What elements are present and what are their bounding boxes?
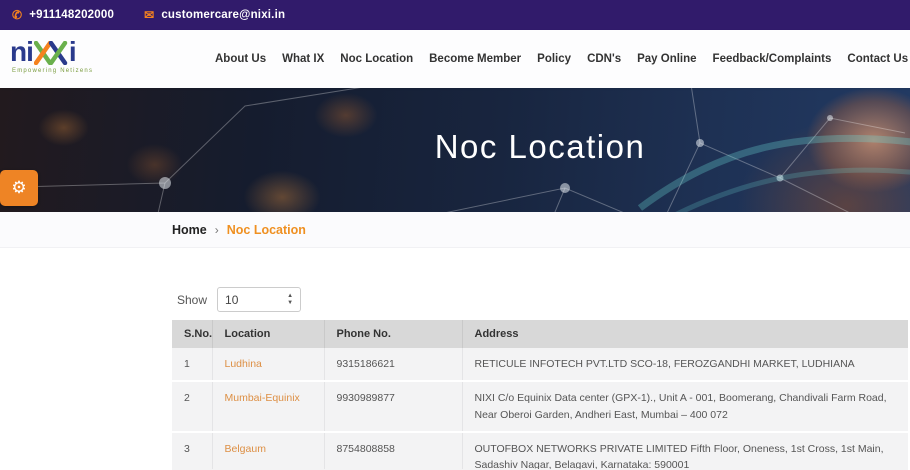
page-size-value: 10 bbox=[225, 293, 238, 307]
email-address: customercare@nixi.in bbox=[161, 9, 285, 21]
nav-item-become-member[interactable]: Become Member bbox=[429, 53, 521, 65]
noc-location-page: { "topbar": { "phone": "+911148202000", … bbox=[0, 0, 910, 470]
logo-text-i: i bbox=[69, 38, 76, 66]
show-label: Show bbox=[177, 293, 207, 307]
nav-item-policy[interactable]: Policy bbox=[537, 53, 571, 65]
cell-phone: 9315186621 bbox=[324, 348, 462, 381]
email-icon: ✉ bbox=[144, 9, 154, 21]
table-header-row: S.No. Location Phone No. Address bbox=[172, 320, 908, 348]
logo-xx-icon bbox=[34, 41, 68, 65]
breadcrumb-separator: › bbox=[215, 223, 219, 237]
cell-phone: 9930989877 bbox=[324, 381, 462, 432]
nav-item-feedback-complaints[interactable]: Feedback/Complaints bbox=[713, 53, 832, 65]
table-row: 2 Mumbai-Equinix 9930989877 NIXI C/o Equ… bbox=[172, 381, 908, 432]
cell-address: RETICULE INFOTECH PVT.LTD SCO-18, FEROZG… bbox=[462, 348, 908, 381]
phone-link[interactable]: ✆ +911148202000 bbox=[12, 9, 114, 21]
logo-tagline: Empowering Netizens bbox=[10, 68, 93, 74]
nav-item-what-ix[interactable]: What IX bbox=[282, 53, 324, 65]
location-link[interactable]: Ludhina bbox=[225, 358, 262, 370]
nav-item-noc-location[interactable]: Noc Location bbox=[340, 53, 413, 65]
nav-item-contact-us[interactable]: Contact Us bbox=[847, 53, 908, 65]
location-link[interactable]: Mumbai-Equinix bbox=[225, 392, 300, 404]
location-link[interactable]: Belgaum bbox=[225, 443, 266, 455]
table-row: 3 Belgaum 8754808858 OUTOFBOX NETWORKS P… bbox=[172, 432, 908, 470]
cell-location: Belgaum bbox=[212, 432, 324, 470]
gear-icon: ⚙ bbox=[11, 178, 26, 198]
nav-menu: About Us What IX Noc Location Become Mem… bbox=[215, 30, 908, 88]
cell-location: Mumbai-Equinix bbox=[212, 381, 324, 432]
breadcrumb-bar: Home › Noc Location bbox=[0, 212, 910, 248]
accessibility-gear-button[interactable]: ⚙ bbox=[0, 170, 38, 206]
noc-locations-table: S.No. Location Phone No. Address 1 Ludhi… bbox=[172, 320, 908, 470]
breadcrumb-current: Noc Location bbox=[227, 223, 306, 237]
email-link[interactable]: ✉ customercare@nixi.in bbox=[144, 9, 285, 21]
header-phone: Phone No. bbox=[324, 320, 462, 348]
table-row: 1 Ludhina 9315186621 RETICULE INFOTECH P… bbox=[172, 348, 908, 381]
cell-phone: 8754808858 bbox=[324, 432, 462, 470]
top-contact-bar: ✆ +911148202000 ✉ customercare@nixi.in bbox=[0, 0, 910, 30]
header-sno: S.No. bbox=[172, 320, 212, 348]
logo-text-ni: ni bbox=[10, 38, 33, 66]
nav-item-cdn-s[interactable]: CDN's bbox=[587, 53, 621, 65]
phone-icon: ✆ bbox=[12, 9, 22, 21]
cell-address: NIXI C/o Equinix Data center (GPX-1)., U… bbox=[462, 381, 908, 432]
hero-banner: Noc Location bbox=[0, 88, 910, 212]
page-size-control: Show 10 ▲ ▼ bbox=[177, 287, 301, 312]
select-spinner-icon: ▲ ▼ bbox=[287, 293, 293, 306]
header-location: Location bbox=[212, 320, 324, 348]
breadcrumb: Home › Noc Location bbox=[172, 223, 306, 237]
cell-location: Ludhina bbox=[212, 348, 324, 381]
header-address: Address bbox=[462, 320, 908, 348]
main-navbar: ni i Empowering Netizens About Us What I… bbox=[0, 30, 910, 88]
cell-sno: 2 bbox=[172, 381, 212, 432]
page-size-select[interactable]: 10 ▲ ▼ bbox=[217, 287, 301, 312]
nav-item-pay-online[interactable]: Pay Online bbox=[637, 53, 696, 65]
phone-number: +911148202000 bbox=[29, 9, 114, 21]
cell-address: OUTOFBOX NETWORKS PRIVATE LIMITED Fifth … bbox=[462, 432, 908, 470]
cell-sno: 1 bbox=[172, 348, 212, 381]
nixi-logo[interactable]: ni i Empowering Netizens bbox=[10, 38, 93, 74]
nav-item-about-us[interactable]: About Us bbox=[215, 53, 266, 65]
cell-sno: 3 bbox=[172, 432, 212, 470]
page-title: Noc Location bbox=[435, 128, 646, 166]
breadcrumb-home-link[interactable]: Home bbox=[172, 223, 207, 237]
